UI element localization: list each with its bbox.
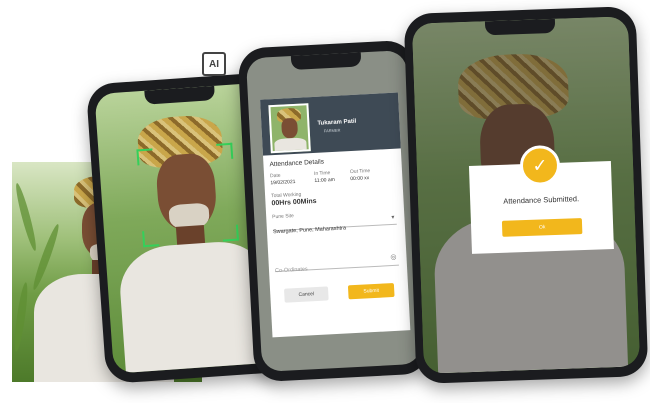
scan-frame-corner xyxy=(221,224,239,242)
date-label: Date xyxy=(269,172,281,180)
confirmation-message: Attendance Submitted. xyxy=(503,194,580,206)
chevron-down-icon: ▾ xyxy=(391,214,395,221)
date-value: 19/02/2021 xyxy=(270,178,296,187)
confirmation-dialog: ✓ Attendance Submitted. Ok xyxy=(468,144,614,254)
submit-button-label: Submit xyxy=(363,287,380,295)
ai-chip-icon: AI xyxy=(202,52,226,76)
phone-attendance-form: Tukaram Patil FARMER Attendance Details … xyxy=(237,39,431,383)
ai-chip-label: AI xyxy=(209,58,219,70)
section-title: Attendance Details xyxy=(269,158,325,169)
ok-button-label: Ok xyxy=(538,224,546,231)
profile-role: FARMER xyxy=(323,127,341,134)
cancel-button[interactable]: Cancel xyxy=(283,286,329,303)
coordinates-placeholder: Co-Ordinates xyxy=(274,266,308,275)
phone-submission-confirmation: ✓ Attendance Submitted. Ok xyxy=(403,6,649,384)
scan-frame-corner xyxy=(142,230,160,248)
scan-frame-corner xyxy=(216,142,234,160)
site-select-value: Swargate, Pune, Maharashtra xyxy=(272,225,347,236)
out-time-value: 00:00 xx xyxy=(350,175,370,183)
scan-frame-corner xyxy=(136,148,154,166)
success-check-icon: ✓ xyxy=(519,144,561,187)
cancel-button-label: Cancel xyxy=(298,291,315,298)
avatar xyxy=(268,103,311,154)
submit-button[interactable]: Submit xyxy=(347,282,395,300)
ok-button[interactable]: Ok xyxy=(501,218,583,237)
in-time-label: In Time xyxy=(313,170,331,177)
total-working-value: 00Hrs 00Mins xyxy=(271,197,317,208)
attendance-form-card: Tukaram Patil FARMER Attendance Details … xyxy=(260,92,411,338)
coordinates-field[interactable]: Co-Ordinates ◎ xyxy=(274,252,399,275)
in-time-value: 11:00 am xyxy=(314,176,336,184)
location-target-icon[interactable]: ◎ xyxy=(390,253,396,261)
out-time-label: Out Time xyxy=(349,168,371,176)
